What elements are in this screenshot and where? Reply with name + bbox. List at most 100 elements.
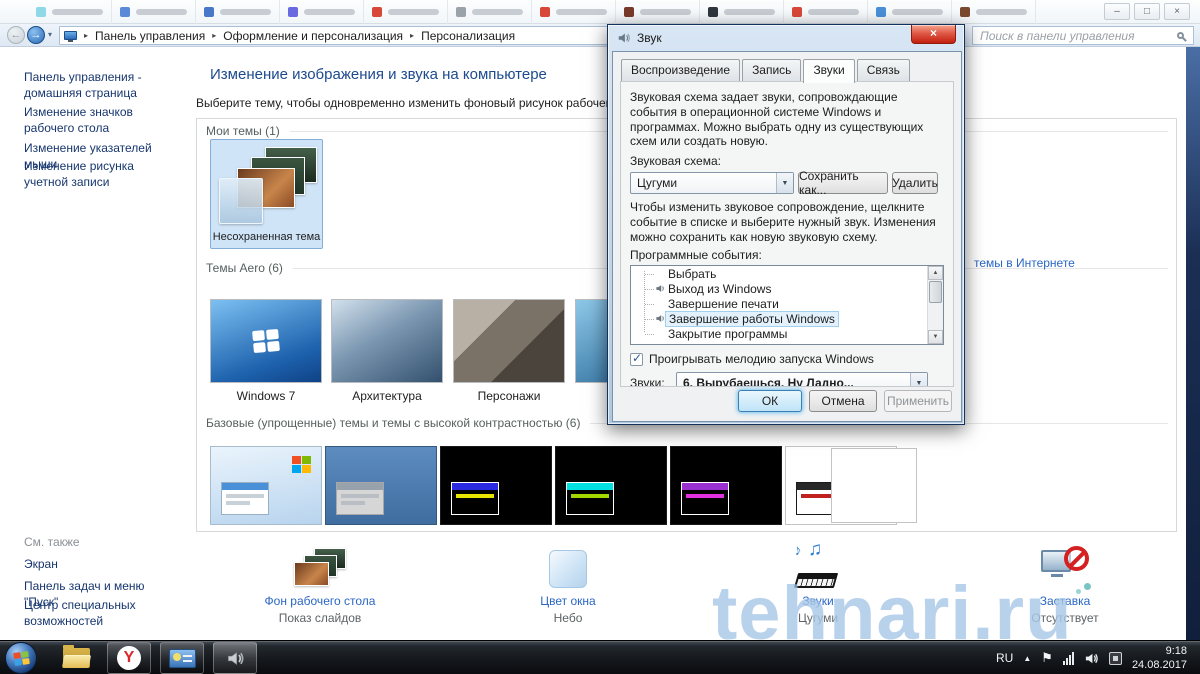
event-row[interactable]: Закрытие программы [631, 326, 943, 341]
browser-tab[interactable] [784, 0, 868, 24]
theme-tile-high-contrast-1[interactable] [440, 446, 552, 525]
breadcrumb-item[interactable]: Оформление и персонализация [223, 29, 403, 43]
screen: – □ × ← → ▾ ▸ Панель управления ▸ Оформл… [0, 0, 1200, 674]
tab-recording[interactable]: Запись [742, 59, 802, 81]
taskbar-sound-button[interactable] [213, 642, 257, 674]
setting-desktop-background[interactable]: Фон рабочего стола Показ слайдов [235, 546, 405, 634]
minimize-button[interactable]: – [1104, 3, 1130, 20]
sidebar-item-desktop-icons[interactable]: Изменение значков рабочего стола [24, 104, 180, 136]
chevron-right-icon[interactable]: ▸ [410, 31, 414, 40]
taskbar-control-panel-button[interactable] [160, 642, 204, 674]
sidebar-item-home[interactable]: Панель управления - домашняя страница [24, 69, 180, 101]
theme-tile-windows7[interactable] [210, 299, 322, 383]
scroll-up-icon[interactable]: ▲ [928, 266, 943, 281]
scroll-down-icon[interactable]: ▼ [928, 330, 943, 345]
event-row[interactable]: Выбрать [631, 266, 943, 281]
browser-tab[interactable] [28, 0, 112, 24]
setting-label[interactable]: Фон рабочего стола [265, 594, 376, 608]
setting-sounds[interactable]: ♪ ♫ Звуки Цугуми [733, 539, 903, 634]
sidebar-item-ease-of-access[interactable]: Центр специальных возможностей [24, 597, 180, 629]
scrollbar-thumb[interactable] [929, 281, 942, 304]
taskbar-explorer-button[interactable] [54, 642, 98, 674]
browser-tab[interactable] [868, 0, 952, 24]
delete-button[interactable]: Удалить [892, 172, 938, 194]
theme-tile-high-contrast-2[interactable] [555, 446, 667, 525]
startup-sound-checkbox-row[interactable]: ✓ Проигрывать мелодию запуска Windows [630, 351, 944, 366]
restore-button[interactable]: □ [1134, 3, 1160, 20]
back-button[interactable]: ← [7, 26, 25, 44]
tab-communications[interactable]: Связь [856, 59, 910, 81]
setting-label[interactable]: Цвет окна [540, 594, 595, 608]
save-as-button[interactable]: Сохранить как... [798, 169, 888, 197]
browser-tab[interactable] [700, 0, 784, 24]
tab-playback[interactable]: Воспроизведение [621, 59, 741, 81]
chevron-down-icon[interactable]: ▼ [776, 173, 793, 193]
browser-tab[interactable] [112, 0, 196, 24]
breadcrumb-item[interactable]: Панель управления [95, 29, 205, 43]
start-button[interactable] [5, 642, 37, 674]
scheme-label: Звуковая схема: [630, 154, 721, 168]
chevron-down-icon[interactable]: ▼ [910, 373, 927, 386]
history-dropdown-icon[interactable]: ▾ [48, 30, 52, 39]
sidebar-item-account-picture[interactable]: Изменение рисунка учетной записи [24, 158, 180, 190]
music-note-icon: ♫ [808, 539, 823, 560]
search-input[interactable]: Поиск в панели управления [972, 26, 1194, 45]
browser-tab[interactable] [952, 0, 1036, 24]
sounds-combobox[interactable]: 6. Вырубаешься, Ну Ладно... ▼ [676, 372, 928, 386]
sidebar-item-display[interactable]: Экран [24, 556, 180, 572]
taskbar-yandex-button[interactable]: Y [107, 642, 151, 674]
program-events-list[interactable]: Выбрать Выход из Windows Завершение печа… [630, 265, 944, 346]
theme-tile-high-contrast-black[interactable] [670, 446, 782, 525]
browser-tab[interactable] [280, 0, 364, 24]
get-more-themes-link[interactable]: темы в Интернете [974, 256, 1075, 270]
forward-button[interactable]: → [27, 26, 45, 44]
tab-title-placeholder [52, 8, 103, 15]
browser-tab[interactable] [616, 0, 700, 24]
control-panel-icon [168, 648, 196, 668]
network-icon[interactable] [1062, 651, 1074, 665]
ok-button[interactable]: ОК [738, 390, 802, 412]
setting-screensaver[interactable]: Заставка Отсутствует [980, 546, 1150, 634]
browser-tab[interactable] [532, 0, 616, 24]
my-themes-header-label: Мои темы (1) [206, 124, 280, 138]
dialog-title: Звук [637, 31, 662, 45]
show-hidden-icons-button[interactable]: ▲ [1023, 654, 1031, 663]
setting-window-color[interactable]: Цвет окна Небо [483, 546, 653, 634]
tray-app-icon[interactable] [1108, 651, 1122, 665]
theme-tile-unsaved[interactable]: Несохраненная тема [210, 139, 323, 249]
browser-tab[interactable] [196, 0, 280, 24]
theme-tile-windows7-basic[interactable] [210, 446, 322, 525]
dialog-content: Воспроизведение Запись Звуки Связь Звуко… [612, 51, 962, 422]
breadcrumb-item[interactable]: Персонализация [421, 29, 515, 43]
dialog-close-button[interactable]: × [911, 25, 956, 44]
window-edge [1186, 47, 1200, 640]
setting-label[interactable]: Заставка [1040, 594, 1091, 608]
tab-title-placeholder [220, 8, 271, 15]
event-row-selected[interactable]: Завершение работы Windows [631, 311, 943, 328]
theme-tile-windows-classic[interactable] [325, 446, 437, 525]
search-icon [1177, 32, 1184, 39]
browser-tab[interactable] [364, 0, 448, 24]
event-row[interactable]: Завершение печати [631, 296, 943, 311]
chevron-right-icon[interactable]: ▸ [212, 31, 216, 40]
close-button[interactable]: × [1164, 3, 1190, 20]
tab-sounds[interactable]: Звуки [803, 59, 855, 83]
event-row[interactable]: Выход из Windows [631, 281, 943, 296]
chevron-right-icon[interactable]: ▸ [84, 31, 88, 40]
theme-tile-architecture[interactable] [331, 299, 443, 383]
browser-tab[interactable] [448, 0, 532, 24]
clock[interactable]: 9:18 24.08.2017 [1132, 644, 1187, 673]
setting-label[interactable]: Звуки [802, 594, 833, 608]
scrollbar[interactable]: ▲ ▼ [927, 266, 943, 345]
theme-tile-characters[interactable] [453, 299, 565, 383]
theme-tile-white[interactable] [831, 448, 917, 523]
aero-themes-header-label: Темы Aero (6) [206, 261, 283, 275]
event-row[interactable]: Звездочка [631, 341, 943, 344]
tab-title-placeholder [388, 8, 439, 15]
cancel-button[interactable]: Отмена [809, 390, 877, 412]
checkbox-checked[interactable]: ✓ [630, 351, 643, 366]
action-center-flag-icon[interactable]: ⚑ [1041, 650, 1053, 666]
scheme-combobox[interactable]: Цугуми ▼ [630, 172, 794, 194]
volume-icon[interactable] [1084, 651, 1099, 666]
language-indicator[interactable]: RU [996, 651, 1013, 665]
